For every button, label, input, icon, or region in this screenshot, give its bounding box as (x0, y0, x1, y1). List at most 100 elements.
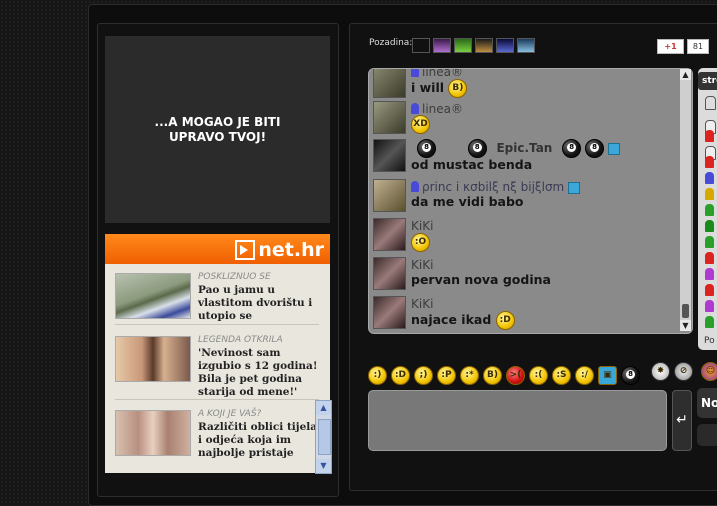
chat-username[interactable]: linea® (411, 69, 463, 79)
user-status-icon (705, 252, 714, 264)
news-title[interactable]: 'Nevinost sam izgubio s 12 godina! Bila … (198, 347, 323, 399)
chat-text: pervan nova godina (411, 272, 551, 287)
eight-ball-icon (467, 139, 487, 158)
kiss-emoticon-icon[interactable]: :* (460, 366, 479, 385)
user-status-icon (705, 204, 714, 216)
tongue-emoticon-icon[interactable]: :P (437, 366, 456, 385)
background-label: Pozadina: (369, 38, 413, 48)
google-plus-button[interactable]: +1 (657, 39, 684, 54)
news-widget: net.hr POSKLIZNUO SE Pao u jamu u vlasti… (105, 234, 330, 473)
news-title[interactable]: Pao u jamu u vlastitom dvorištu i utopio… (198, 284, 323, 323)
chat-username[interactable]: ρrinc i κσbilξ nξ bijξlσm (411, 180, 581, 194)
eight-ball-icon (417, 139, 436, 158)
chat-username[interactable]: KiKi (411, 297, 433, 311)
news-item[interactable]: LEGENDA OTKRILA 'Nevinost sam izgubio s … (115, 333, 319, 400)
news-thumbnail[interactable] (115, 336, 191, 382)
avatar[interactable] (373, 257, 406, 290)
user-status-icon (705, 130, 714, 142)
user-list-tab[interactable]: stre (698, 72, 717, 90)
user-list-footer: Po (704, 336, 715, 346)
news-logo[interactable]: net.hr (235, 239, 324, 261)
scroll-up-icon[interactable]: ▲ (680, 69, 691, 80)
user-status-icon (705, 316, 714, 328)
eight-ball-icon (562, 139, 582, 158)
chat-text: XD (411, 115, 430, 134)
avatar[interactable] (373, 179, 406, 212)
chat-text: da me vidi babo (411, 194, 524, 209)
user-status-icon (705, 284, 714, 296)
avatar[interactable] (373, 101, 406, 134)
user-status-icon (705, 172, 714, 184)
chat-username[interactable]: KiKi (411, 219, 433, 233)
user-status-icon (705, 300, 714, 312)
scroll-down-icon[interactable]: ▼ (316, 459, 331, 473)
scroll-up-icon[interactable]: ▲ (316, 401, 331, 415)
chat-text: :O (411, 233, 430, 252)
ad-banner[interactable]: ...A MOGAO JE BITI UPRAVO TVOJ! (105, 36, 330, 223)
avatar[interactable] (373, 139, 406, 172)
ad-text: ...A MOGAO JE BITI UPRAVO TVOJ! (154, 114, 281, 144)
google-plus-count: 81 (687, 39, 709, 54)
news-title[interactable]: Različiti oblici tijela i odjeća koja im… (198, 421, 323, 460)
message-input[interactable] (368, 390, 667, 451)
people-emoticon-icon[interactable]: ☺ (701, 362, 717, 381)
scroll-thumb[interactable] (682, 304, 689, 318)
news-thumbnail[interactable] (115, 273, 191, 319)
eight-ball-emoticon-icon[interactable] (621, 366, 640, 385)
user-status-icon (705, 220, 714, 232)
house-icon (607, 142, 620, 155)
no-emoticon-icon[interactable]: ⊘ (674, 362, 693, 381)
cool-smiley-icon: B) (448, 79, 468, 98)
avatar[interactable] (373, 218, 406, 251)
avatar[interactable] (373, 69, 406, 98)
eight-ball-icon (585, 139, 604, 158)
chat-scrollbar[interactable]: ▲ ▼ (680, 69, 691, 331)
scroll-thumb[interactable] (318, 419, 331, 455)
background-swatch[interactable] (517, 38, 535, 53)
user-icon (411, 181, 419, 192)
laugh-smiley-icon: XD (411, 115, 430, 134)
confused-emoticon-icon[interactable]: :S (552, 366, 571, 385)
user-list[interactable]: stre Po (698, 68, 717, 350)
smile-emoticon-icon[interactable]: :) (368, 366, 387, 385)
background-swatch[interactable] (496, 38, 514, 53)
user-status-icon (705, 236, 714, 248)
news-header: net.hr (105, 234, 330, 264)
background-swatch[interactable] (454, 38, 472, 53)
tv-emoticon-icon[interactable]: ▣ (598, 366, 617, 385)
background-swatch[interactable] (412, 38, 430, 53)
avatar[interactable] (373, 296, 406, 329)
angry-emoticon-icon[interactable]: >( (506, 366, 525, 385)
play-icon (235, 240, 256, 260)
user-status-icon (705, 188, 714, 200)
news-category: POSKLIZNUO SE (198, 272, 271, 282)
chat-username-decor: Epic.Tan (417, 139, 620, 158)
news-item[interactable]: POSKLIZNUO SE Pao u jamu u vlastitom dvo… (115, 270, 319, 325)
user-status-icon (705, 268, 714, 280)
news-item[interactable]: A KOJI JE VAŠ? Različiti oblici tijela i… (115, 407, 319, 473)
grin-emoticon-icon[interactable]: :D (391, 366, 410, 385)
chat-username[interactable]: linea® (411, 102, 463, 116)
chat-username[interactable]: KiKi (411, 258, 433, 272)
news-category: LEGENDA OTKRILA (198, 335, 283, 345)
surprised-smiley-icon: :O (411, 233, 430, 252)
send-button[interactable]: ↵ (672, 390, 692, 451)
user-status-icon (705, 156, 714, 168)
frown-emoticon-icon[interactable]: :/ (575, 366, 594, 385)
news-category: A KOJI JE VAŠ? (198, 409, 262, 419)
background-swatch[interactable] (475, 38, 493, 53)
scroll-down-icon[interactable]: ▼ (680, 320, 691, 331)
background-swatch[interactable] (433, 38, 451, 53)
news-scrollbar[interactable]: ▲ ▼ (315, 400, 332, 474)
wink-emoticon-icon[interactable]: ;) (414, 366, 433, 385)
user-icon (411, 103, 419, 114)
bomb-emoticon-icon[interactable]: ✸ (651, 362, 670, 381)
cool-emoticon-icon[interactable]: B) (483, 366, 502, 385)
chat-text: najace ikad :D (411, 311, 515, 330)
news-thumbnail[interactable] (115, 410, 191, 456)
chat-messages[interactable]: linea® i will B) linea® XD Epic.Tan od m… (368, 68, 693, 334)
grin-smiley-icon: :D (495, 311, 515, 330)
options-button[interactable]: No (697, 388, 717, 418)
sad-emoticon-icon[interactable]: :( (529, 366, 548, 385)
secondary-button[interactable] (697, 424, 717, 446)
